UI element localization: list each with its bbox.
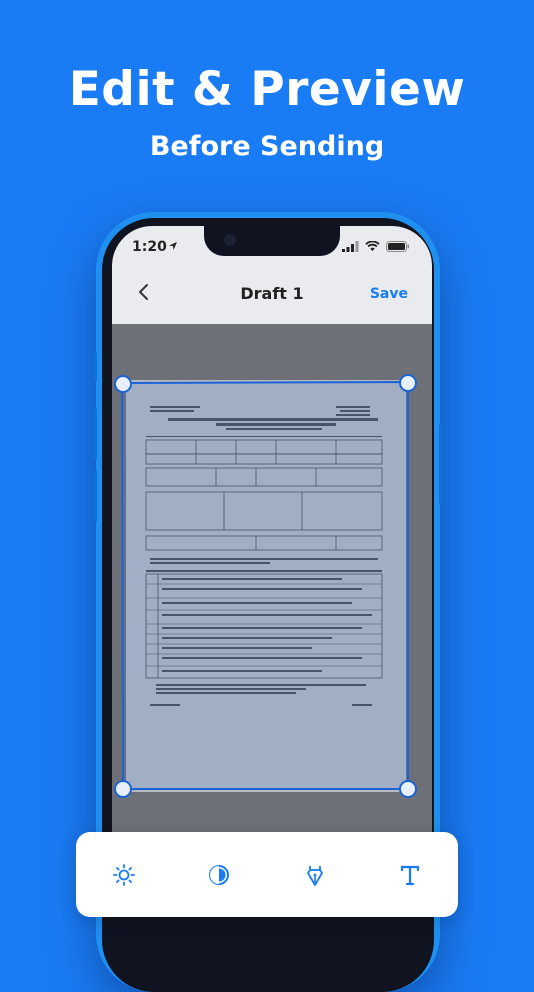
crop-handle-bottom-left[interactable] bbox=[114, 780, 132, 798]
hero-subtitle: Before Sending bbox=[149, 131, 385, 162]
navigation-bar: Draft 1 Save bbox=[112, 264, 432, 324]
notch bbox=[204, 226, 340, 256]
text-icon bbox=[401, 865, 420, 885]
status-indicators bbox=[342, 241, 410, 252]
brightness-button[interactable] bbox=[104, 855, 144, 895]
signal-icon bbox=[342, 241, 359, 252]
pen-button[interactable] bbox=[295, 855, 335, 895]
document-preview-area bbox=[112, 324, 432, 886]
edit-toolbar bbox=[76, 832, 458, 917]
contrast-icon bbox=[209, 864, 230, 885]
phone-volume-down bbox=[93, 470, 97, 522]
phone-volume-up bbox=[93, 408, 97, 460]
wifi-icon bbox=[365, 241, 380, 251]
crop-handle-top-right[interactable] bbox=[399, 374, 417, 392]
hero-title: Edit & Preview bbox=[68, 62, 466, 117]
phone-screen: 1:20 Draft 1 Save bbox=[112, 226, 432, 886]
scanned-document bbox=[126, 380, 406, 792]
location-arrow-icon bbox=[169, 242, 177, 250]
phone-power-button bbox=[439, 424, 443, 504]
crop-handle-bottom-right[interactable] bbox=[399, 780, 417, 798]
battery-icon bbox=[386, 241, 409, 252]
save-button[interactable]: Save bbox=[370, 286, 408, 302]
status-time: 1:20 bbox=[132, 239, 167, 255]
camera-icon bbox=[224, 234, 236, 246]
brightness-icon bbox=[112, 863, 135, 886]
document-content-image bbox=[126, 380, 406, 792]
text-button[interactable] bbox=[390, 855, 430, 895]
pen-icon bbox=[306, 865, 323, 886]
phone-side-button bbox=[93, 352, 97, 382]
contrast-button[interactable] bbox=[199, 855, 239, 895]
crop-handle-top-left[interactable] bbox=[114, 375, 132, 393]
